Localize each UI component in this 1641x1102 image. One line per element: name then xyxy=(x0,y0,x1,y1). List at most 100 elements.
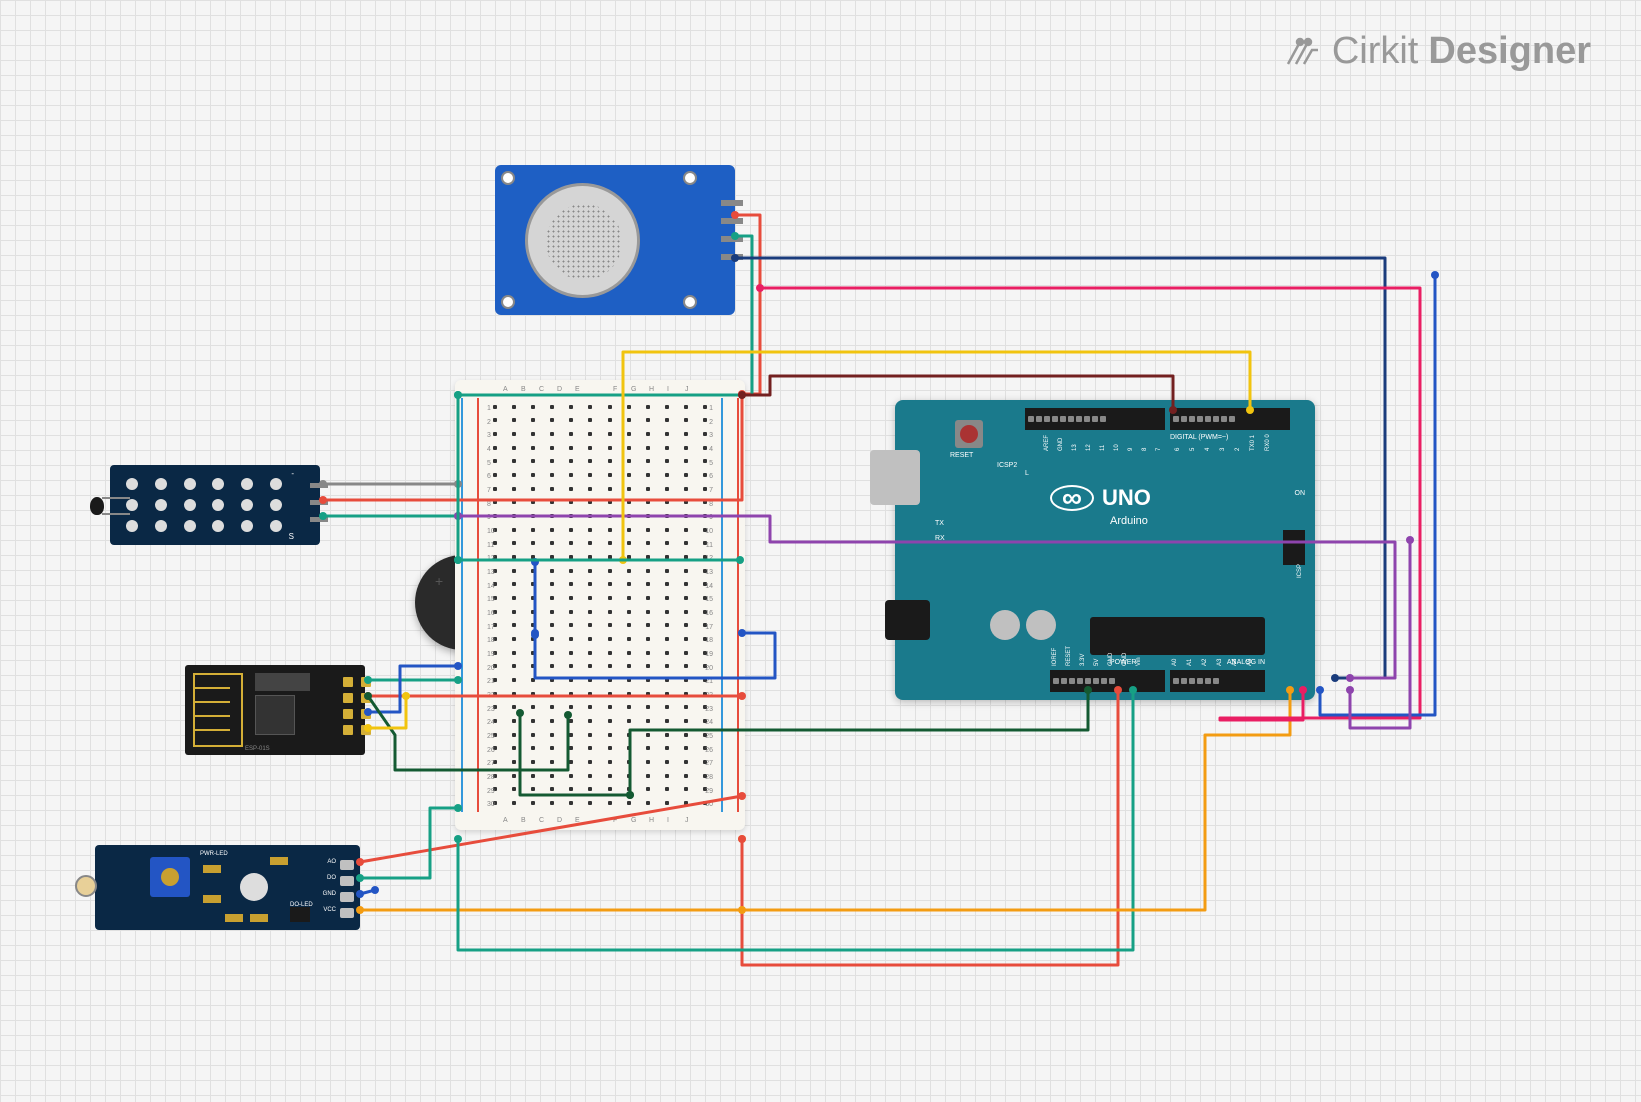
breadboard-col-label: C xyxy=(539,817,544,824)
wire-endpoint[interactable] xyxy=(738,906,746,914)
breadboard[interactable]: AABBCCDDEEFFGGHHIIJJ11223344556677889910… xyxy=(455,380,745,830)
breadboard-col-label: B xyxy=(521,386,526,393)
arduino-pin-label: A1 xyxy=(1187,659,1193,666)
breadboard-row-label: 5 xyxy=(709,460,713,467)
arduino-pin-label: 2 xyxy=(1235,448,1241,451)
arduino-pin-label: 6 xyxy=(1175,448,1181,451)
arduino-reset-button[interactable] xyxy=(955,420,983,448)
esp-pins xyxy=(343,677,371,735)
arduino-l-label: L xyxy=(1025,470,1029,477)
breadboard-row-label: 20 xyxy=(705,665,713,672)
arduino-pin-label: 11 xyxy=(1100,445,1106,451)
arduino-pin-label: A4 xyxy=(1232,659,1238,666)
esp-chip-label: ESP-01S xyxy=(245,746,270,752)
esp-chip xyxy=(255,695,295,735)
ldr-module[interactable]: PWR-LED DO-LED AO DO GND VCC xyxy=(95,845,360,930)
breadboard-row-label: 22 xyxy=(705,692,713,699)
thermistor-minus-label: - xyxy=(291,469,294,478)
wire-endpoint[interactable] xyxy=(371,886,379,894)
breadboard-col-label: G xyxy=(631,386,636,393)
breadboard-row-label: 29 xyxy=(705,788,713,795)
wire[interactable] xyxy=(368,696,406,728)
ldr-do-label: DO xyxy=(327,875,336,881)
thermistor-pins xyxy=(310,483,328,522)
wires-layer xyxy=(0,0,1641,1102)
wire[interactable] xyxy=(1350,540,1410,728)
breadboard-row-label: 25 xyxy=(705,733,713,740)
arduino-uno[interactable]: RESET ICSP2 ON DIGITAL (PWM=~) POWER ANA… xyxy=(895,400,1315,700)
esp-antenna xyxy=(193,673,243,747)
esp8266-module[interactable]: ESP-01S xyxy=(185,665,365,755)
breadboard-row-label: 17 xyxy=(487,624,495,631)
breadboard-row-label: 13 xyxy=(705,569,713,576)
wire[interactable] xyxy=(1320,275,1435,715)
wire-endpoint[interactable] xyxy=(402,692,410,700)
breadboard-row-label: 6 xyxy=(487,473,491,480)
circuit-canvas[interactable]: - S + xyxy=(0,0,1641,1102)
wire[interactable] xyxy=(742,690,1290,910)
mq-gas-sensor[interactable] xyxy=(495,165,735,315)
breadboard-row-label: 24 xyxy=(705,719,713,726)
wire[interactable] xyxy=(360,808,458,878)
breadboard-row-label: 17 xyxy=(705,624,713,631)
wire-endpoint[interactable] xyxy=(1346,686,1354,694)
wire[interactable] xyxy=(742,690,1118,965)
wire[interactable] xyxy=(368,666,458,712)
wire-endpoint[interactable] xyxy=(1431,271,1439,279)
wire-endpoint[interactable] xyxy=(454,835,462,843)
wire-endpoint[interactable] xyxy=(1331,674,1339,682)
arduino-barrel-jack xyxy=(885,600,930,640)
arduino-pin-label: GND xyxy=(1108,653,1114,666)
breadboard-row-label: 10 xyxy=(487,528,495,535)
wire-endpoint[interactable] xyxy=(1406,536,1414,544)
breadboard-row-label: 10 xyxy=(705,528,713,535)
wire-endpoint[interactable] xyxy=(738,835,746,843)
arduino-pin-label: 5V xyxy=(1094,659,1100,666)
breadboard-row-label: 3 xyxy=(709,432,713,439)
breadboard-row-label: 1 xyxy=(487,405,491,412)
wire-endpoint[interactable] xyxy=(1316,686,1324,694)
mq-sensor-can xyxy=(525,183,640,298)
arduino-pin-label: RESET xyxy=(1066,646,1072,666)
breadboard-row-label: 26 xyxy=(487,747,495,754)
breadboard-row-label: 15 xyxy=(487,596,495,603)
arduino-pin-label: 5 xyxy=(1190,448,1196,451)
breadboard-col-label: A xyxy=(503,386,508,393)
arduino-logo: ∞ UNO xyxy=(1050,485,1151,511)
ldr-pwrled-label: PWR-LED xyxy=(200,851,228,857)
arduino-pin-label: A3 xyxy=(1217,659,1223,666)
arduino-pin-label: 13 xyxy=(1072,444,1078,451)
breadboard-col-label: D xyxy=(557,817,562,824)
arduino-pin-label: A2 xyxy=(1202,659,1208,666)
arduino-pin-label: Vin xyxy=(1136,657,1142,666)
mq-sensor-pins xyxy=(721,200,743,260)
breadboard-row-label: 18 xyxy=(705,637,713,644)
breadboard-row-label: 19 xyxy=(705,651,713,658)
wire-endpoint[interactable] xyxy=(1346,674,1354,682)
arduino-icsp-header xyxy=(1283,530,1305,565)
breadboard-row-label: 21 xyxy=(487,678,495,685)
breadboard-holes xyxy=(485,400,715,810)
breadboard-row-label: 25 xyxy=(487,733,495,740)
thermistor-module[interactable]: - S xyxy=(110,465,320,545)
wire-endpoint[interactable] xyxy=(756,284,764,292)
wire-endpoint[interactable] xyxy=(738,835,746,843)
wire[interactable] xyxy=(360,890,375,894)
breadboard-row-label: 13 xyxy=(487,569,495,576)
arduino-pin-label: AREF xyxy=(1044,435,1050,451)
arduino-pin-label: 8 xyxy=(1142,448,1148,451)
wire[interactable] xyxy=(360,839,742,910)
arduino-pin-label: 3 xyxy=(1220,448,1226,451)
arduino-capacitor xyxy=(990,610,1020,640)
arduino-pin-label: 7 xyxy=(1156,448,1162,451)
arduino-digital-header-2 xyxy=(1170,408,1290,430)
breadboard-col-label: J xyxy=(685,386,689,393)
ldr-ao-label: AO xyxy=(327,859,336,865)
ldr-pins xyxy=(340,860,354,918)
breadboard-col-label: J xyxy=(685,817,689,824)
breadboard-row-label: 19 xyxy=(487,651,495,658)
breadboard-row-label: 4 xyxy=(709,446,713,453)
breadboard-row-label: 8 xyxy=(709,501,713,508)
ldr-vcc-label: VCC xyxy=(323,907,336,913)
breadboard-row-label: 9 xyxy=(487,514,491,521)
